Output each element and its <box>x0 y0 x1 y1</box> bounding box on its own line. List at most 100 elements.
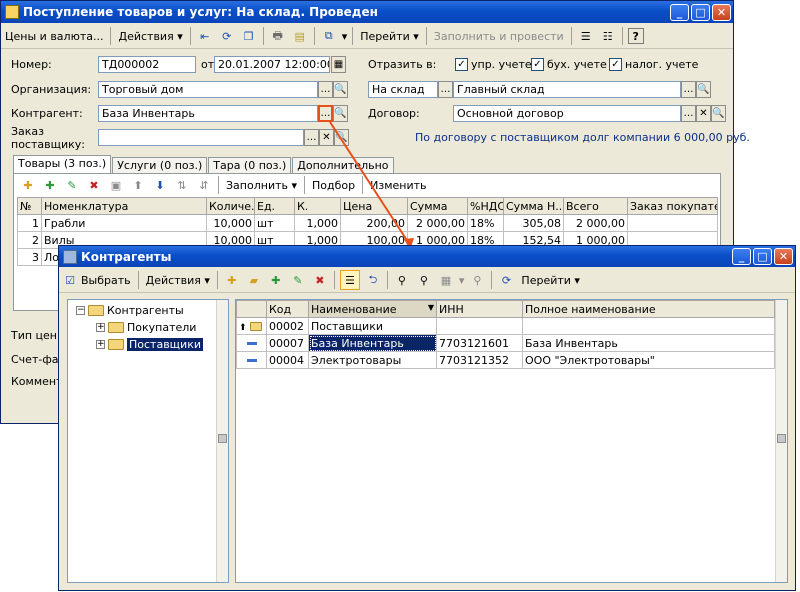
structure-icon[interactable]: ⧉ <box>320 27 338 45</box>
picker-titlebar[interactable]: Контрагенты _ □ ✕ <box>59 246 795 267</box>
supplier-order-clear-icon[interactable]: ✕ <box>319 129 334 146</box>
tree-item-suppliers[interactable]: + Поставщики <box>96 336 203 352</box>
table-cell[interactable]: 10,000 <box>206 214 255 232</box>
document-titlebar[interactable]: Поступление товаров и услуг: На склад. П… <box>1 1 733 23</box>
copy-item-icon[interactable]: ✚ <box>267 271 285 289</box>
column-header[interactable]: Сумма <box>407 197 468 215</box>
contract-select-button[interactable]: … <box>681 105 696 122</box>
list-scroll-thumb[interactable] <box>777 434 786 443</box>
table-cell[interactable]: 7703121352 <box>436 351 523 369</box>
table-cell[interactable] <box>236 334 267 352</box>
table-cell[interactable]: 00002 <box>266 317 309 335</box>
contract-clear-icon[interactable]: ✕ <box>696 105 711 122</box>
table-cell[interactable]: 2 <box>17 231 42 249</box>
tree-root[interactable]: − Контрагенты <box>76 302 184 318</box>
warehouse-field[interactable]: Главный склад <box>453 81 681 98</box>
edit-item-icon[interactable]: ✎ <box>289 271 307 289</box>
table-cell[interactable] <box>522 317 775 335</box>
expand-icon[interactable]: + <box>96 322 105 332</box>
copy-icon[interactable]: ❐ <box>240 27 258 45</box>
picker-maximize-button[interactable]: □ <box>753 248 772 265</box>
close-button[interactable]: ✕ <box>712 3 731 21</box>
table-cell[interactable]: 305,08 <box>503 214 564 232</box>
filter-history-dropdown[interactable]: ▾ <box>457 270 467 290</box>
warehouse-select-button[interactable]: … <box>681 81 696 98</box>
tab-services[interactable]: Услуги (0 поз.) <box>112 157 208 174</box>
table-cell[interactable]: 1,000 <box>294 214 341 232</box>
picker-actions-menu[interactable]: Действия ▾ <box>142 270 214 290</box>
column-header[interactable]: ИНН <box>436 300 523 318</box>
document-delete-icon[interactable]: ▤ <box>291 27 309 45</box>
go-menu[interactable]: Перейти ▾ <box>356 26 423 46</box>
tax-accounting-checkbox[interactable]: ✓ <box>609 58 622 71</box>
table-cell[interactable]: 2 000,00 <box>407 214 468 232</box>
tree-scrollbar[interactable] <box>216 300 228 582</box>
table-cell[interactable]: ООО "Электротовары" <box>522 351 775 369</box>
filter-history-icon[interactable]: ▦ <box>437 271 455 289</box>
move-down-icon[interactable]: ⬇ <box>151 176 169 194</box>
tab-goods[interactable]: Товары (3 поз.) <box>13 155 112 174</box>
accounting-checkbox[interactable]: ✓ <box>531 58 544 71</box>
sort-desc-icon[interactable]: ⇵ <box>195 176 213 194</box>
minimize-button[interactable]: _ <box>670 3 689 21</box>
settings-list-icon[interactable]: ☷ <box>599 27 617 45</box>
column-header[interactable]: Полное наименование <box>522 300 775 318</box>
column-header[interactable]: Ед. <box>254 197 295 215</box>
column-header[interactable]: Заказ покупател <box>627 197 718 215</box>
column-header[interactable]: %НДС <box>467 197 504 215</box>
column-header[interactable]: № <box>17 197 42 215</box>
list-icon[interactable]: ☰ <box>577 27 595 45</box>
move-up-icon[interactable]: ⬆ <box>129 176 147 194</box>
contract-field[interactable]: Основной договор <box>453 105 681 122</box>
filter-value-icon[interactable]: ⚲ <box>415 271 433 289</box>
column-header[interactable]: Код <box>266 300 309 318</box>
table-row[interactable]: ⬆ 00002 Поставщики <box>236 317 775 335</box>
picker-go-menu[interactable]: Перейти ▾ <box>517 270 584 290</box>
column-header[interactable]: Номенклатура <box>41 197 207 215</box>
change-button[interactable]: Изменить <box>366 175 430 195</box>
picker-minimize-button[interactable]: _ <box>732 248 751 265</box>
table-cell[interactable]: 3 <box>17 248 42 266</box>
table-cell[interactable]: 2 000,00 <box>563 214 628 232</box>
tree-scroll-thumb[interactable] <box>218 434 227 443</box>
clear-filter-icon[interactable]: ⚲ <box>468 271 486 289</box>
table-cell[interactable]: 18% <box>467 214 504 232</box>
column-header[interactable]: Количе... <box>206 197 255 215</box>
date-field[interactable]: 20.01.2007 12:00:00 <box>214 56 330 73</box>
expand-icon[interactable]: + <box>96 339 105 349</box>
supplier-order-select-button[interactable]: … <box>304 129 319 146</box>
fill-and-post-button[interactable]: Заполнить и провести <box>430 26 568 46</box>
table-cell[interactable]: 00004 <box>266 351 309 369</box>
table-cell[interactable]: 1 <box>17 214 42 232</box>
refresh-icon[interactable]: ⟳ <box>218 27 236 45</box>
table-cell[interactable] <box>236 351 267 369</box>
edit-row-icon[interactable]: ✎ <box>63 176 81 194</box>
refresh-list-icon[interactable]: ⟳ <box>497 271 515 289</box>
table-cell[interactable]: 200,00 <box>340 214 408 232</box>
list-scrollbar[interactable] <box>775 300 787 582</box>
column-header[interactable]: Цена <box>340 197 408 215</box>
tree-item-buyers[interactable]: + Покупатели <box>96 319 196 335</box>
filter-icon[interactable]: ⚲ <box>393 271 411 289</box>
table-cell[interactable]: Грабли <box>41 214 207 232</box>
add-item-icon[interactable]: ✚ <box>223 271 241 289</box>
column-header[interactable]: К. <box>294 197 341 215</box>
end-edit-icon[interactable]: ▣ <box>107 176 125 194</box>
add-row-icon[interactable]: ✚ <box>19 176 37 194</box>
table-row[interactable]: 00004 Электротовары 7703121352 ООО "Элек… <box>236 351 775 369</box>
contract-open-icon[interactable]: 🔍 <box>711 105 726 122</box>
column-header[interactable]: Сумма Н... <box>503 197 564 215</box>
help-icon[interactable]: ? <box>627 28 644 44</box>
mark-delete-icon[interactable]: ✖ <box>311 271 329 289</box>
contractor-open-icon[interactable]: 🔍 <box>333 105 348 122</box>
table-row[interactable]: 1 Грабли 10,000 шт 1,000 200,00 2 000,00… <box>17 214 718 232</box>
collapse-icon[interactable]: − <box>76 305 85 315</box>
column-header[interactable] <box>236 300 267 318</box>
supplier-order-field[interactable] <box>98 129 304 146</box>
table-row[interactable]: 00007 База Инвентарь 7703121601 База Инв… <box>236 334 775 352</box>
table-cell[interactable]: Поставщики <box>308 317 437 335</box>
organization-open-icon[interactable]: 🔍 <box>333 81 348 98</box>
level-up-icon[interactable]: ⮌ <box>364 271 382 289</box>
table-cell[interactable] <box>627 214 718 232</box>
table-cell[interactable]: ⬆ <box>236 317 267 335</box>
